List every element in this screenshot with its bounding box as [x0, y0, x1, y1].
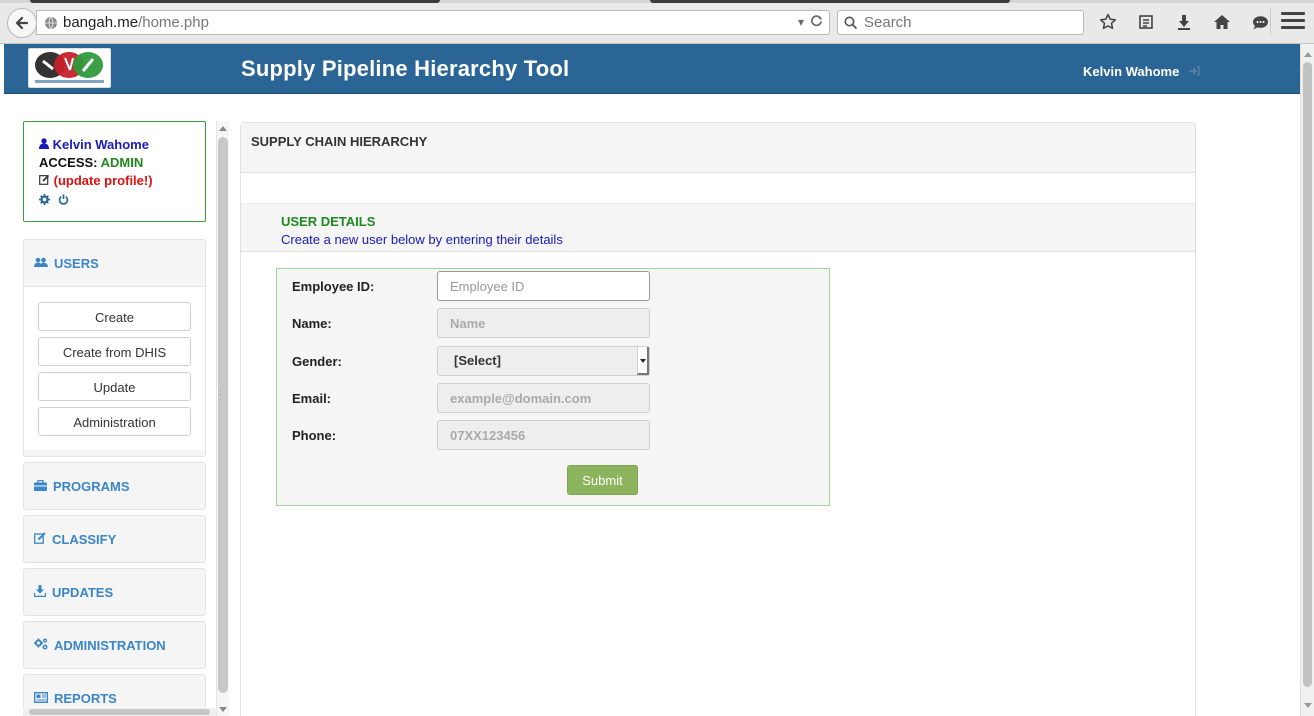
employee-id-label: Employee ID: — [292, 279, 375, 294]
classify-panel-label: CLASSIFY — [52, 531, 117, 547]
update-profile-link[interactable]: (update profile!) — [54, 173, 153, 188]
gears-icon — [34, 637, 48, 653]
email-input[interactable] — [437, 383, 650, 413]
scroll-down-arrow[interactable] — [1304, 703, 1312, 708]
user-icon — [39, 137, 53, 152]
edit-icon — [34, 531, 46, 547]
back-arrow-icon — [15, 16, 29, 30]
name-input[interactable] — [437, 308, 650, 338]
scroll-down-arrow[interactable] — [219, 707, 227, 712]
sidebar-resize-grip[interactable]: · · · — [219, 387, 222, 404]
search-bar[interactable] — [837, 10, 1084, 35]
email-row: Email: — [277, 383, 829, 413]
tab-edge — [650, 0, 1010, 3]
sidebar-scrollbar[interactable] — [216, 121, 229, 716]
header-user-name[interactable]: Kelvin Wahome — [1083, 64, 1179, 79]
section-subtitle: Create a new user below by entering thei… — [281, 232, 563, 247]
update-user-button[interactable]: Update — [38, 372, 191, 401]
url-bar[interactable]: bangah.me/home.php ▾ — [36, 10, 830, 35]
menu-icon[interactable] — [1281, 12, 1305, 32]
tab-strip — [0, 0, 1314, 3]
section-title: USER DETAILS — [281, 214, 376, 229]
bookmark-star-icon[interactable] — [1094, 10, 1122, 34]
reload-icon[interactable] — [810, 14, 823, 30]
user-details-section: USER DETAILS Create a new user below by … — [241, 203, 1195, 252]
create-user-form: Employee ID: Name: Gender: [Select] Emai… — [276, 268, 830, 506]
browser-toolbar: bangah.me/home.php ▾ — [0, 0, 1314, 44]
submit-button[interactable]: Submit — [567, 465, 638, 495]
phone-input[interactable] — [437, 420, 650, 450]
reading-list-icon[interactable] — [1132, 10, 1160, 34]
logo — [28, 48, 111, 88]
users-panel-header[interactable]: USERS — [24, 240, 205, 286]
administration-panel-label: ADMINISTRATION — [54, 637, 166, 653]
profile-name[interactable]: Kelvin Wahome — [53, 137, 149, 152]
page-scroll-thumb[interactable] — [1303, 62, 1312, 687]
user-administration-button[interactable]: Administration — [38, 407, 191, 436]
create-user-button[interactable]: Create — [38, 302, 191, 331]
updates-panel-label: UPDATES — [52, 584, 114, 600]
users-panel-body: Create Create from DHIS Update Administr… — [24, 286, 205, 450]
gender-label: Gender: — [292, 354, 342, 369]
gender-select[interactable]: [Select] — [437, 346, 650, 376]
toolbar-separator — [1270, 9, 1271, 35]
search-input[interactable] — [862, 13, 1062, 32]
search-icon — [844, 16, 858, 30]
phone-row: Phone: — [277, 420, 829, 450]
url-path: /home.php — [138, 14, 209, 31]
chevron-down-icon[interactable] — [637, 347, 649, 375]
gender-row: Gender: [Select] — [277, 346, 829, 376]
app-title: Supply Pipeline Hierarchy Tool — [241, 56, 570, 81]
administration-panel: ADMINISTRATION — [23, 621, 206, 669]
scroll-up-arrow[interactable] — [1304, 52, 1312, 57]
access-value: ADMIN — [100, 155, 144, 170]
programs-panel-label: PROGRAMS — [53, 478, 130, 494]
gender-selected-value: [Select] — [454, 353, 501, 368]
globe-icon — [43, 15, 59, 31]
phone-label: Phone: — [292, 428, 337, 443]
url-text[interactable]: bangah.me/home.php — [63, 14, 209, 31]
programs-panel: PROGRAMS — [23, 462, 206, 510]
settings-gear-icon[interactable] — [39, 193, 50, 208]
main-card: SUPPLY CHAIN HIERARCHY USER DETAILS Crea… — [240, 122, 1196, 716]
page-viewport: Supply Pipeline Hierarchy Tool Kelvin Wa… — [0, 44, 1314, 716]
sidebar-hscroll-thumb[interactable] — [29, 709, 210, 715]
home-icon[interactable] — [1208, 10, 1236, 34]
classify-panel-header[interactable]: CLASSIFY — [24, 516, 205, 562]
programs-panel-header[interactable]: PROGRAMS — [24, 463, 205, 509]
email-label: Email: — [292, 391, 332, 406]
name-row: Name: — [277, 308, 829, 338]
dropdown-arrow-icon[interactable]: ▾ — [798, 15, 804, 29]
scroll-up-arrow[interactable] — [219, 126, 227, 131]
back-button[interactable] — [7, 8, 37, 38]
logout-icon[interactable] — [1188, 64, 1200, 79]
download-icon[interactable] — [1170, 10, 1198, 34]
card-header: SUPPLY CHAIN HIERARCHY — [241, 123, 1195, 173]
users-icon — [34, 256, 48, 271]
download-icon — [33, 584, 47, 600]
users-panel-label: USERS — [54, 255, 99, 271]
tab-edge — [30, 0, 440, 3]
users-panel: USERS Create Create from DHIS Update Adm… — [23, 239, 206, 457]
edit-icon — [39, 173, 54, 188]
profile-box: Kelvin Wahome ACCESS: ADMIN (update prof… — [23, 121, 206, 222]
url-domain: bangah.me — [63, 14, 139, 31]
administration-panel-header[interactable]: ADMINISTRATION — [24, 622, 205, 668]
classify-panel: CLASSIFY — [23, 515, 206, 563]
briefcase-icon — [34, 479, 47, 494]
employee-id-input[interactable] — [437, 271, 650, 301]
power-icon[interactable] — [58, 193, 69, 208]
updates-panel: UPDATES — [23, 568, 206, 616]
updates-panel-header[interactable]: UPDATES — [24, 569, 205, 615]
name-label: Name: — [292, 316, 332, 331]
app-header: Supply Pipeline Hierarchy Tool Kelvin Wa… — [4, 44, 1300, 94]
create-from-dhis-button[interactable]: Create from DHIS — [38, 337, 191, 366]
reports-panel-label: REPORTS — [54, 690, 117, 706]
sidebar-horizontal-scrollbar[interactable] — [23, 708, 216, 716]
employee-id-row: Employee ID: — [277, 271, 829, 301]
newspaper-icon — [33, 691, 49, 706]
page-scrollbar[interactable] — [1300, 44, 1314, 716]
access-label: ACCESS: — [39, 155, 98, 170]
sidebar-scroll-thumb[interactable] — [218, 137, 228, 693]
